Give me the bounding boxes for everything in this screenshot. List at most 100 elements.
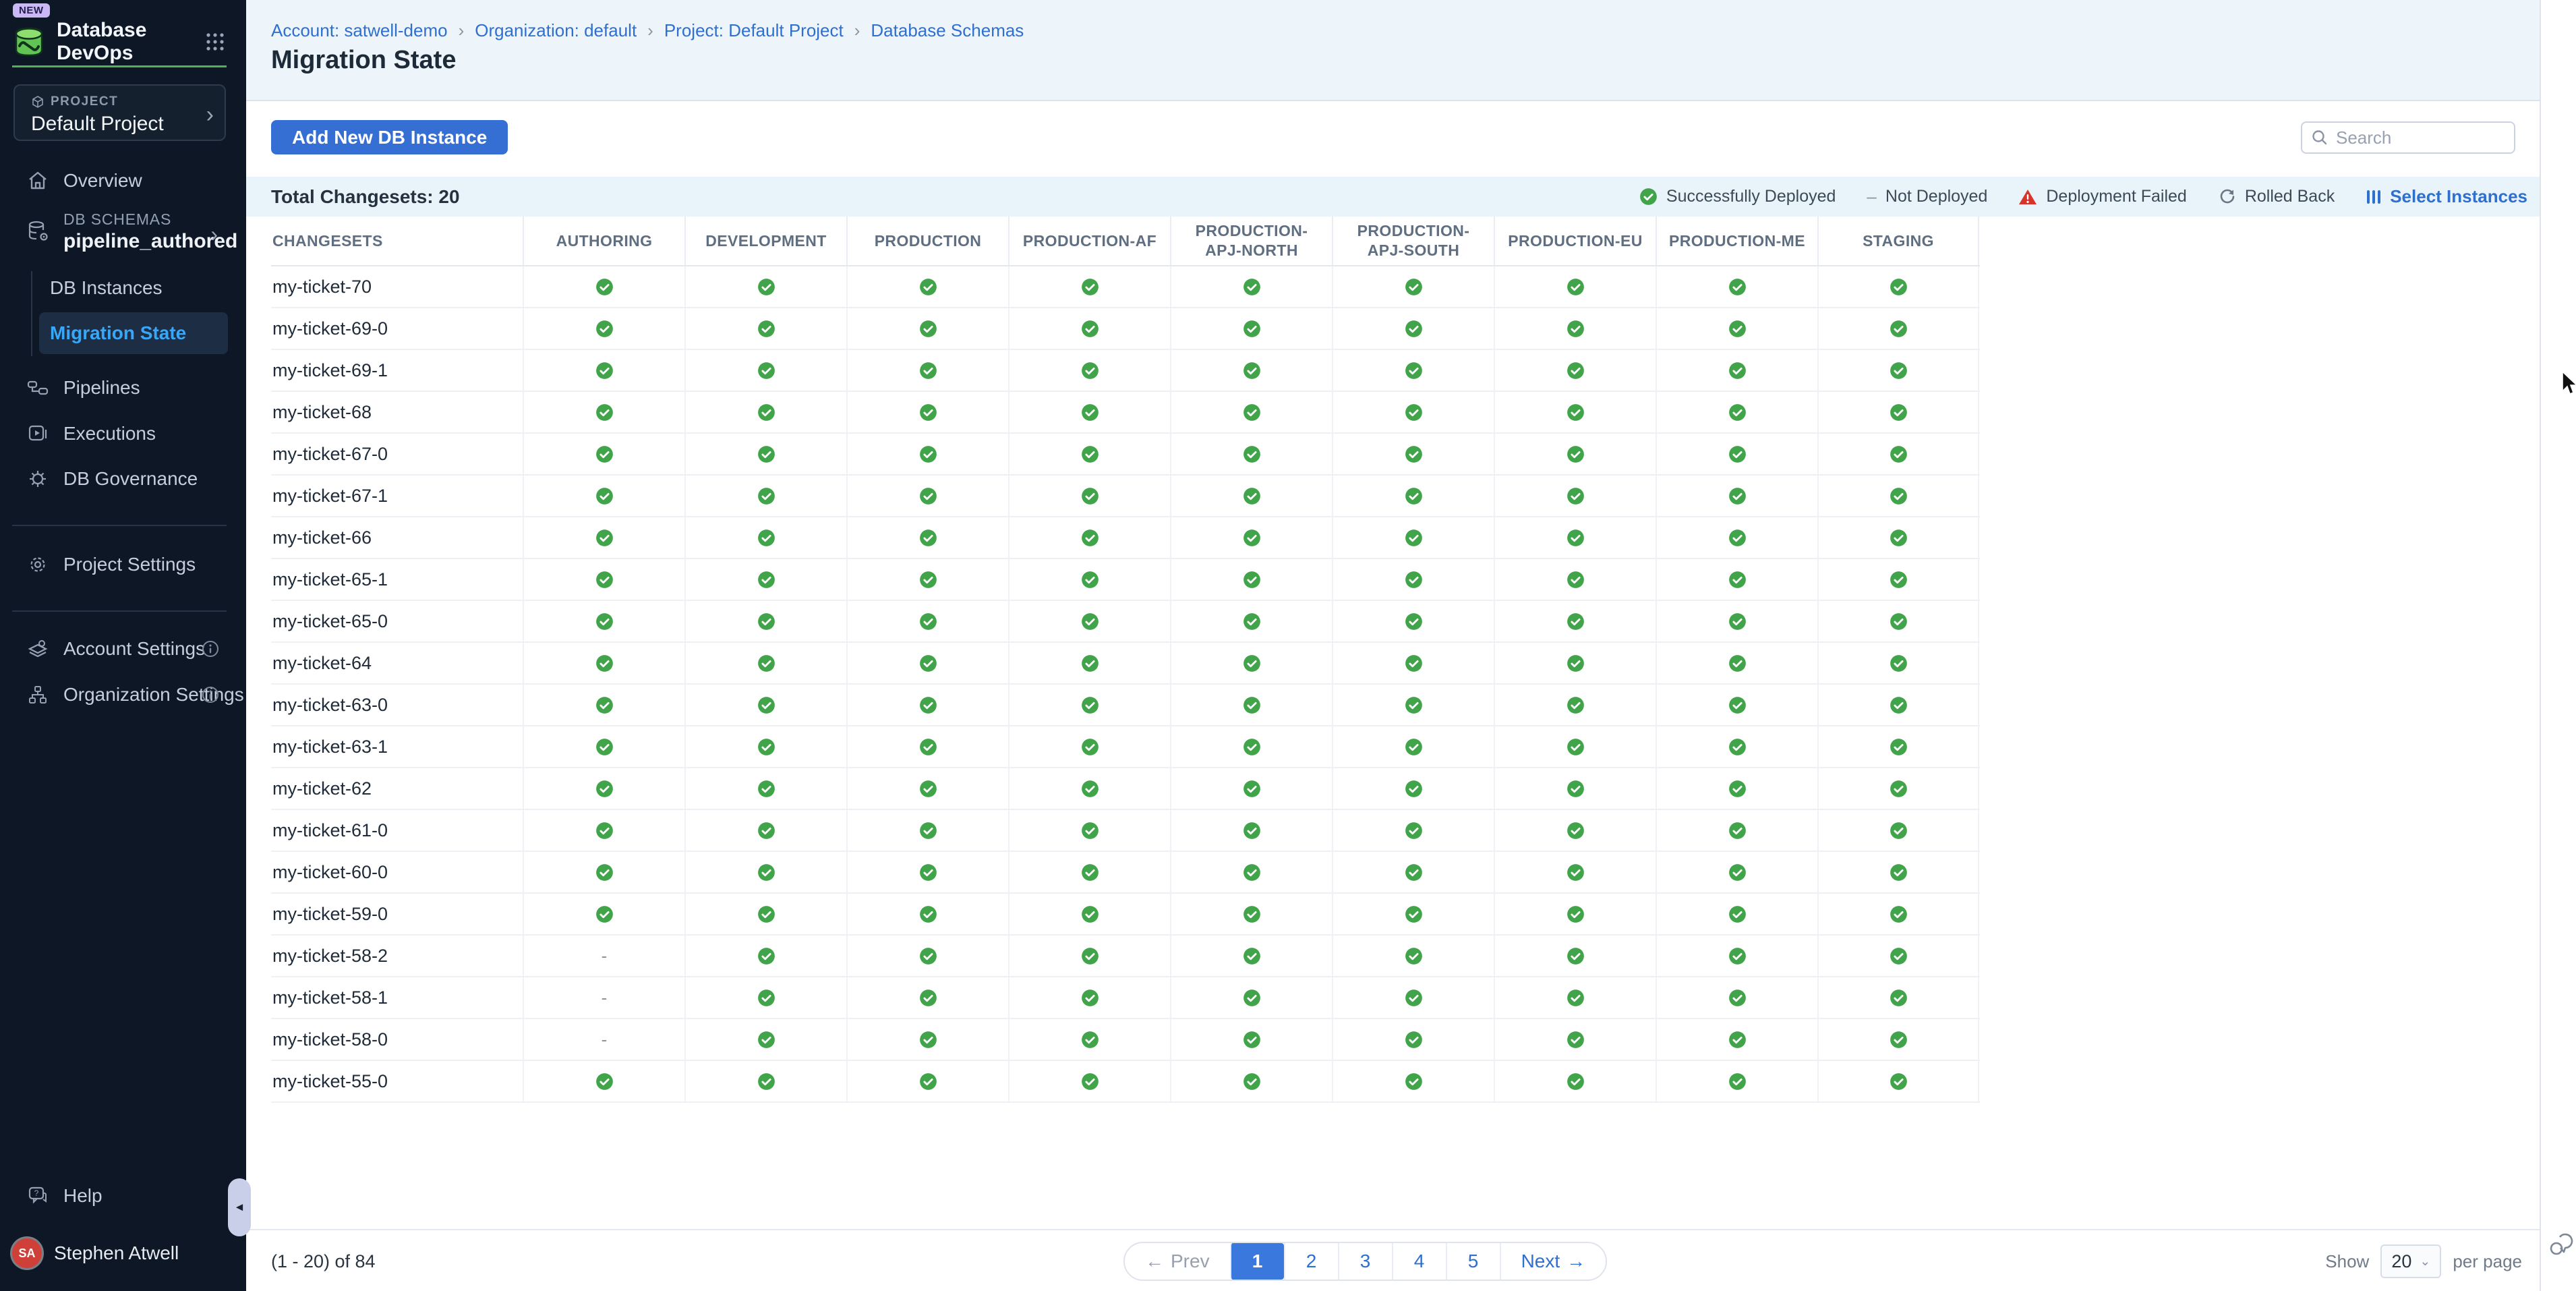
status-cell-deployed[interactable] (846, 936, 1008, 976)
status-cell-deployed[interactable] (1008, 685, 1170, 725)
status-cell-deployed[interactable] (684, 1061, 846, 1101)
status-cell-deployed[interactable] (1494, 1061, 1656, 1101)
page-button-1[interactable]: 1 (1230, 1243, 1284, 1280)
status-cell-not-deployed[interactable]: - (523, 1019, 684, 1060)
status-cell-deployed[interactable] (523, 768, 684, 809)
status-cell-deployed[interactable] (1008, 601, 1170, 641)
breadcrumb-item[interactable]: Project: Default Project (664, 20, 844, 41)
status-cell-deployed[interactable] (846, 308, 1008, 349)
status-cell-deployed[interactable] (1332, 434, 1494, 474)
sidebar-collapse-handle[interactable]: ◄ (228, 1178, 251, 1236)
status-cell-deployed[interactable] (1656, 685, 1817, 725)
status-cell-deployed[interactable] (1008, 350, 1170, 391)
status-cell-deployed[interactable] (684, 601, 846, 641)
status-cell-deployed[interactable] (1332, 936, 1494, 976)
status-cell-deployed[interactable] (684, 350, 846, 391)
sidebar-item-executions[interactable]: Executions (0, 415, 246, 453)
sidebar-item-pipelines[interactable]: Pipelines (0, 369, 246, 407)
status-cell-deployed[interactable] (1656, 977, 1817, 1018)
status-cell-deployed[interactable] (1008, 308, 1170, 349)
status-cell-deployed[interactable] (1656, 894, 1817, 934)
status-cell-deployed[interactable] (1817, 894, 1979, 934)
status-cell-deployed[interactable] (1170, 643, 1332, 683)
status-cell-deployed[interactable] (523, 601, 684, 641)
status-cell-not-deployed[interactable]: - (523, 977, 684, 1018)
avatar[interactable]: SA (12, 1238, 42, 1268)
status-cell-deployed[interactable] (1170, 266, 1332, 307)
status-cell-deployed[interactable] (1494, 977, 1656, 1018)
status-cell-deployed[interactable] (846, 643, 1008, 683)
status-cell-deployed[interactable] (1817, 517, 1979, 558)
status-cell-deployed[interactable] (523, 894, 684, 934)
status-cell-deployed[interactable] (846, 810, 1008, 851)
sidebar-item-db-schemas[interactable]: DB SCHEMAS pipeline_authored › (0, 206, 246, 257)
sidebar-item-account-settings[interactable]: Account Settings (0, 630, 246, 668)
status-cell-deployed[interactable] (1817, 266, 1979, 307)
sidebar-item-project-settings[interactable]: Project Settings (0, 546, 246, 583)
status-cell-deployed[interactable] (846, 476, 1008, 516)
status-cell-deployed[interactable] (1656, 392, 1817, 432)
status-cell-deployed[interactable] (1817, 434, 1979, 474)
status-cell-deployed[interactable] (1817, 936, 1979, 976)
sidebar-item-migration-state[interactable]: Migration State (39, 312, 228, 354)
page-button-5[interactable]: 5 (1446, 1243, 1500, 1280)
page-size-select[interactable]: 20 ⌄ (2380, 1244, 2441, 1278)
status-cell-deployed[interactable] (684, 476, 846, 516)
status-cell-deployed[interactable] (1170, 685, 1332, 725)
status-cell-deployed[interactable] (684, 852, 846, 892)
user-menu[interactable]: SA Stephen Atwell (12, 1238, 179, 1268)
status-cell-deployed[interactable] (1170, 308, 1332, 349)
status-cell-deployed[interactable] (1494, 1019, 1656, 1060)
status-cell-deployed[interactable] (1817, 476, 1979, 516)
sidebar-item-db-instances[interactable]: DB Instances (39, 270, 228, 306)
next-page-button[interactable]: Next→ (1500, 1243, 1606, 1280)
status-cell-deployed[interactable] (523, 1061, 684, 1101)
status-cell-deployed[interactable] (1332, 810, 1494, 851)
status-cell-deployed[interactable] (1008, 852, 1170, 892)
breadcrumb-item[interactable]: Account: satwell-demo (271, 20, 448, 41)
status-cell-deployed[interactable] (1008, 726, 1170, 767)
status-cell-deployed[interactable] (1170, 517, 1332, 558)
status-cell-deployed[interactable] (846, 768, 1008, 809)
resource-center-chat-icon[interactable] (2546, 1230, 2575, 1259)
status-cell-deployed[interactable] (1170, 559, 1332, 600)
status-cell-deployed[interactable] (684, 726, 846, 767)
breadcrumb-item[interactable]: Organization: default (475, 20, 637, 41)
status-cell-deployed[interactable] (1170, 894, 1332, 934)
status-cell-deployed[interactable] (1008, 1019, 1170, 1060)
status-cell-deployed[interactable] (1494, 559, 1656, 600)
status-cell-deployed[interactable] (1494, 768, 1656, 809)
status-cell-deployed[interactable] (1817, 768, 1979, 809)
status-cell-deployed[interactable] (523, 266, 684, 307)
status-cell-deployed[interactable] (1494, 726, 1656, 767)
sidebar-item-db-governance[interactable]: DB Governance (0, 460, 246, 498)
status-cell-deployed[interactable] (523, 643, 684, 683)
status-cell-deployed[interactable] (1008, 643, 1170, 683)
status-cell-deployed[interactable] (684, 266, 846, 307)
status-cell-deployed[interactable] (1656, 266, 1817, 307)
sidebar-item-overview[interactable]: Overview (0, 162, 246, 200)
status-cell-deployed[interactable] (1494, 517, 1656, 558)
status-cell-deployed[interactable] (1170, 726, 1332, 767)
status-cell-deployed[interactable] (684, 768, 846, 809)
status-cell-deployed[interactable] (846, 350, 1008, 391)
status-cell-deployed[interactable] (1656, 936, 1817, 976)
sidebar-item-organization-settings[interactable]: Organization Settings (0, 676, 246, 714)
status-cell-deployed[interactable] (1332, 350, 1494, 391)
search-input[interactable] (2336, 127, 2498, 148)
status-cell-deployed[interactable] (1494, 685, 1656, 725)
status-cell-deployed[interactable] (1656, 810, 1817, 851)
status-cell-deployed[interactable] (1817, 643, 1979, 683)
status-cell-deployed[interactable] (1494, 392, 1656, 432)
status-cell-deployed[interactable] (1008, 559, 1170, 600)
status-cell-deployed[interactable] (1332, 476, 1494, 516)
status-cell-deployed[interactable] (1817, 685, 1979, 725)
status-cell-deployed[interactable] (1170, 350, 1332, 391)
status-cell-deployed[interactable] (1656, 350, 1817, 391)
status-cell-deployed[interactable] (684, 643, 846, 683)
prev-page-button[interactable]: ←Prev (1125, 1243, 1230, 1280)
status-cell-deployed[interactable] (523, 685, 684, 725)
status-cell-deployed[interactable] (1332, 852, 1494, 892)
status-cell-deployed[interactable] (1656, 852, 1817, 892)
status-cell-deployed[interactable] (1817, 308, 1979, 349)
